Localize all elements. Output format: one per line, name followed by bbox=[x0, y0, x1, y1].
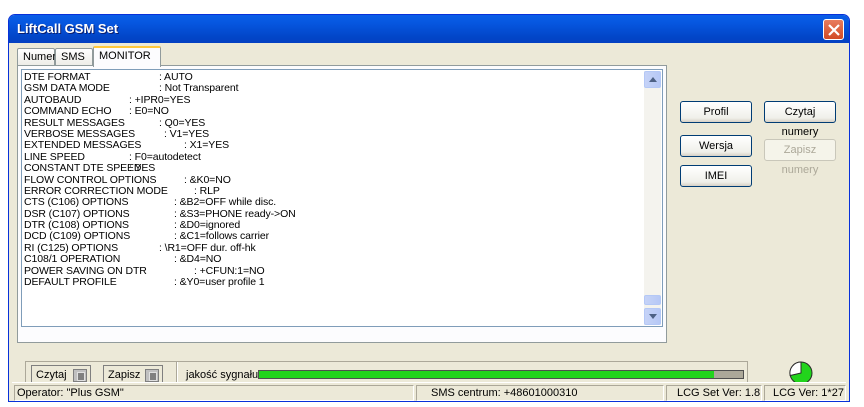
tab-numer[interactable]: Numer bbox=[17, 48, 56, 66]
chevron-up-icon bbox=[649, 77, 657, 82]
signal-label: jakość sygnału bbox=[186, 369, 259, 381]
status-bar: Operator: "Plus GSM" SMS centrum: +48601… bbox=[12, 382, 846, 401]
monitor-output[interactable]: DTE FORMAT: AUTO GSM DATA MODE: Not Trans… bbox=[21, 69, 663, 327]
monitor-line-value: : YES bbox=[129, 162, 156, 175]
vertical-scrollbar[interactable] bbox=[644, 71, 661, 325]
zapisz-label: Zapisz bbox=[108, 369, 141, 381]
scroll-up-button[interactable] bbox=[644, 71, 661, 88]
monitor-line-value: : &B2=OFF while disc. bbox=[174, 196, 277, 209]
profil-button[interactable]: Profil bbox=[680, 101, 752, 123]
disk-icon bbox=[73, 369, 87, 382]
monitor-line-key: COMMAND ECHO bbox=[24, 105, 112, 118]
tab-monitor[interactable]: MONITOR bbox=[93, 46, 161, 67]
imei-button[interactable]: IMEI bbox=[680, 165, 752, 187]
monitor-line-key: CTS (C106) OPTIONS bbox=[24, 196, 129, 209]
monitor-line-value: : &D4=NO bbox=[174, 253, 222, 266]
window-title: LiftCall GSM Set bbox=[17, 21, 119, 36]
app-window: LiftCall GSM Set Numer SMS MONITOR DTE F… bbox=[8, 14, 850, 402]
monitor-line-value: : &Y0=user profile 1 bbox=[174, 276, 265, 289]
monitor-line-key: CONSTANT DTE SPEED bbox=[24, 162, 142, 175]
czytaj-numery-button[interactable]: Czytaj numery bbox=[764, 101, 836, 138]
monitor-line-key: C108/1 OPERATION bbox=[24, 253, 121, 266]
tab-sms[interactable]: SMS bbox=[55, 48, 93, 66]
set-version-status: LCG Set Ver: 1.8 bbox=[666, 385, 762, 401]
chevron-down-icon bbox=[649, 314, 657, 319]
zapisz-numery-button: Zapisz numery bbox=[764, 139, 836, 176]
lcg-version-status: LCG Ver: 1*27 bbox=[764, 385, 846, 401]
wersja-button[interactable]: Wersja bbox=[680, 135, 752, 157]
close-icon bbox=[828, 24, 840, 36]
title-bar[interactable]: LiftCall GSM Set bbox=[9, 15, 849, 43]
czytaj-label: Czytaj bbox=[36, 369, 67, 381]
monitor-panel: DTE FORMAT: AUTO GSM DATA MODE: Not Trans… bbox=[17, 65, 667, 343]
monitor-line-value: : E0=NO bbox=[129, 105, 169, 118]
scroll-thumb[interactable] bbox=[644, 295, 661, 305]
monitor-line-key: DEFAULT PROFILE bbox=[24, 276, 117, 289]
operator-status: Operator: "Plus GSM" bbox=[14, 385, 414, 401]
disk-icon bbox=[145, 369, 159, 382]
client-area: Numer SMS MONITOR DTE FORMAT: AUTO GSM DA… bbox=[12, 43, 846, 401]
scroll-down-button[interactable] bbox=[644, 308, 661, 325]
signal-quality-fill bbox=[259, 371, 714, 378]
sms-center-status: SMS centrum: +48601000310 bbox=[416, 385, 664, 401]
signal-quality-bar bbox=[258, 370, 744, 379]
close-button[interactable] bbox=[823, 19, 844, 40]
